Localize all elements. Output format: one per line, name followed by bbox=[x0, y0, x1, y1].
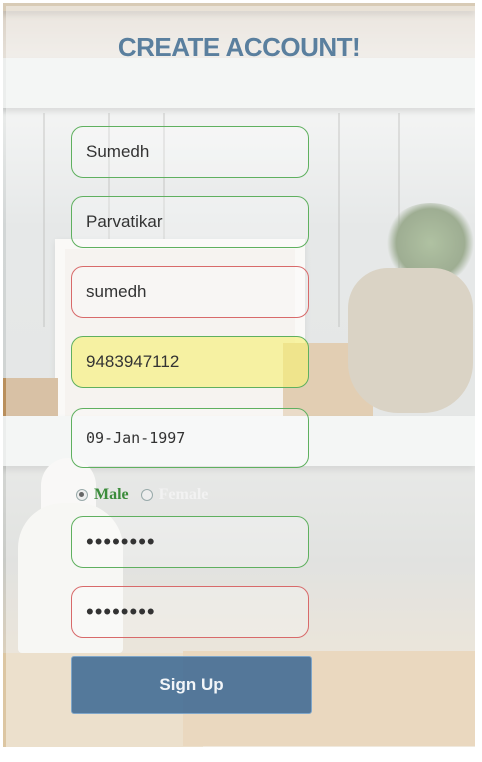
password-input[interactable] bbox=[71, 516, 309, 568]
page-title: CREATE ACCOUNT! bbox=[117, 32, 361, 62]
gender-female-label[interactable]: Female bbox=[159, 486, 209, 503]
phone-input[interactable] bbox=[71, 336, 309, 388]
last-name-input[interactable] bbox=[71, 196, 309, 248]
date-of-birth-input[interactable] bbox=[71, 408, 309, 468]
gender-radio-group: Male Female bbox=[76, 486, 208, 504]
username-input[interactable] bbox=[71, 266, 309, 318]
gender-male-label[interactable]: Male bbox=[94, 486, 129, 503]
first-name-input[interactable] bbox=[71, 126, 309, 178]
gender-female-radio[interactable] bbox=[140, 489, 153, 502]
gender-male-radio[interactable] bbox=[76, 489, 88, 502]
confirm-password-input[interactable] bbox=[71, 586, 309, 638]
sign-up-button[interactable]: Sign Up bbox=[71, 656, 312, 714]
